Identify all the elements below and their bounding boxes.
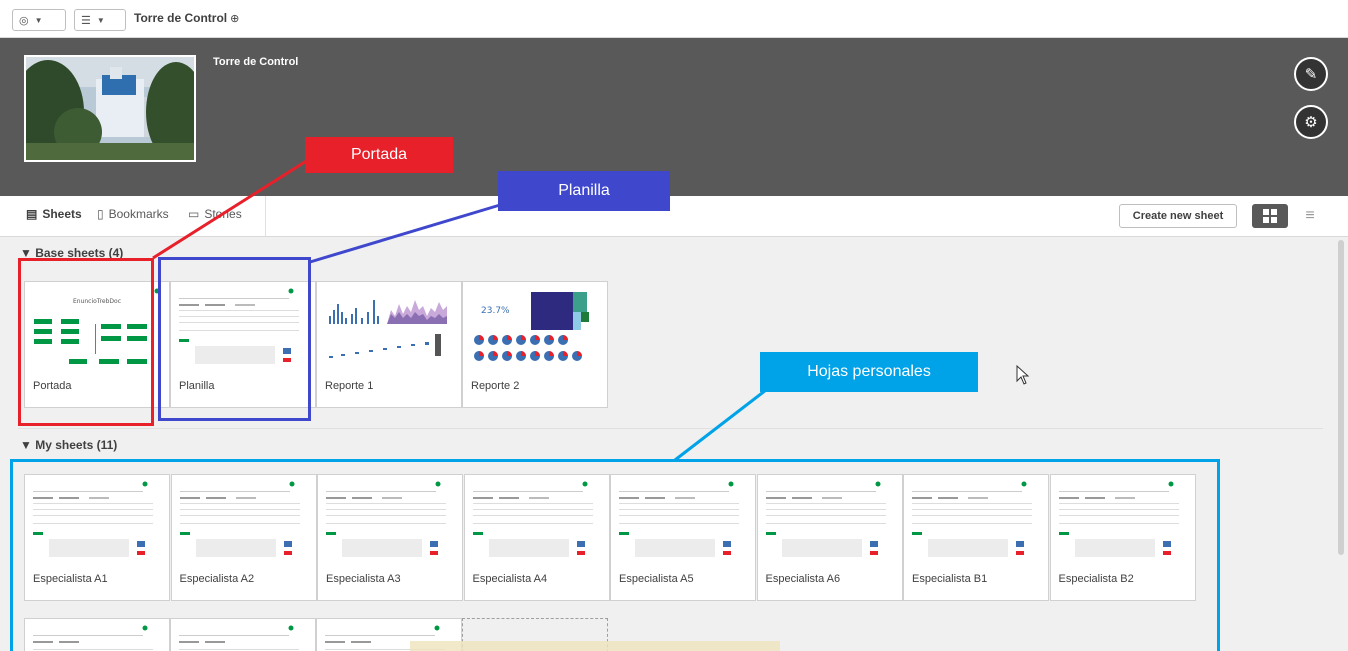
- edit-app-details-button[interactable]: ✎: [1294, 57, 1328, 91]
- compass-icon: ◎: [19, 14, 29, 27]
- section-divider: [18, 428, 1323, 429]
- portada-highlight-box: [18, 258, 154, 426]
- sheet-card-reporte-2[interactable]: 23.7% Reporte 2: [462, 281, 608, 408]
- my-sheets-heading[interactable]: ▼ My sheets (11): [20, 438, 117, 452]
- app-thumbnail: [24, 55, 196, 162]
- stories-icon: ▭: [188, 207, 200, 221]
- grid-view-button[interactable]: [1252, 204, 1288, 228]
- navigation-menu-button[interactable]: ◎ ▼: [12, 9, 66, 31]
- globe-icon: ⊕: [230, 13, 240, 25]
- grid-icon: [1263, 209, 1277, 223]
- hojas-personales-callout: Hojas personales: [760, 352, 978, 392]
- top-toolbar: ◎ ▼ ☰ ▼ Torre de Control ⊕: [0, 0, 1348, 38]
- gear-icon: ⚙: [1304, 114, 1318, 131]
- tab-label: Sheets: [42, 207, 82, 221]
- hojas-personales-highlight-box: [10, 459, 1220, 651]
- portada-callout: Portada: [305, 137, 453, 173]
- tab-sheets[interactable]: ▤ Sheets: [26, 207, 82, 221]
- mouse-cursor-icon: [1016, 365, 1030, 385]
- app-settings-button[interactable]: ⚙: [1294, 105, 1328, 139]
- sheets-icon: ▤: [26, 207, 38, 221]
- planilla-callout: Planilla: [498, 171, 670, 211]
- bookmark-icon: ▯: [97, 207, 104, 221]
- tab-divider: [265, 196, 266, 236]
- chevron-down-icon: ▼: [96, 15, 105, 25]
- sheet-title: Reporte 1: [325, 380, 374, 392]
- pencil-icon: ✎: [1304, 66, 1318, 83]
- list-view-button[interactable]: ≡: [1298, 204, 1322, 228]
- global-menu-button[interactable]: ☰ ▼: [74, 9, 126, 31]
- sheet-preview: [321, 286, 457, 368]
- list-icon: ☰: [81, 14, 91, 27]
- app-overview-header: Torre de Control ✎ ⚙: [0, 38, 1348, 196]
- chevron-down-icon: ▼: [34, 15, 43, 25]
- building-photo-image: [26, 57, 194, 160]
- sheet-title: Reporte 2: [471, 380, 520, 392]
- tab-stories[interactable]: ▭ Stories: [188, 207, 242, 221]
- create-new-sheet-button[interactable]: Create new sheet: [1119, 204, 1237, 228]
- sheet-card-reporte-1[interactable]: Reporte 1: [316, 281, 462, 408]
- tab-label: Bookmarks: [108, 207, 169, 221]
- planilla-highlight-box: [158, 257, 311, 421]
- sheet-preview: 23.7%: [467, 286, 603, 368]
- tab-bookmarks[interactable]: ▯ Bookmarks: [97, 207, 169, 221]
- svg-text:23.7%: 23.7%: [481, 306, 510, 316]
- tab-label: Stories: [204, 207, 242, 221]
- app-name: Torre de Control: [213, 56, 299, 68]
- vertical-scrollbar[interactable]: [1338, 240, 1344, 555]
- asset-tabs-bar: ▤ Sheets ▯ Bookmarks ▭ Stories Create ne…: [0, 196, 1348, 237]
- list-icon: ≡: [1305, 207, 1315, 224]
- app-title-text: Torre de Control: [134, 11, 228, 25]
- app-title: Torre de Control ⊕: [134, 11, 239, 25]
